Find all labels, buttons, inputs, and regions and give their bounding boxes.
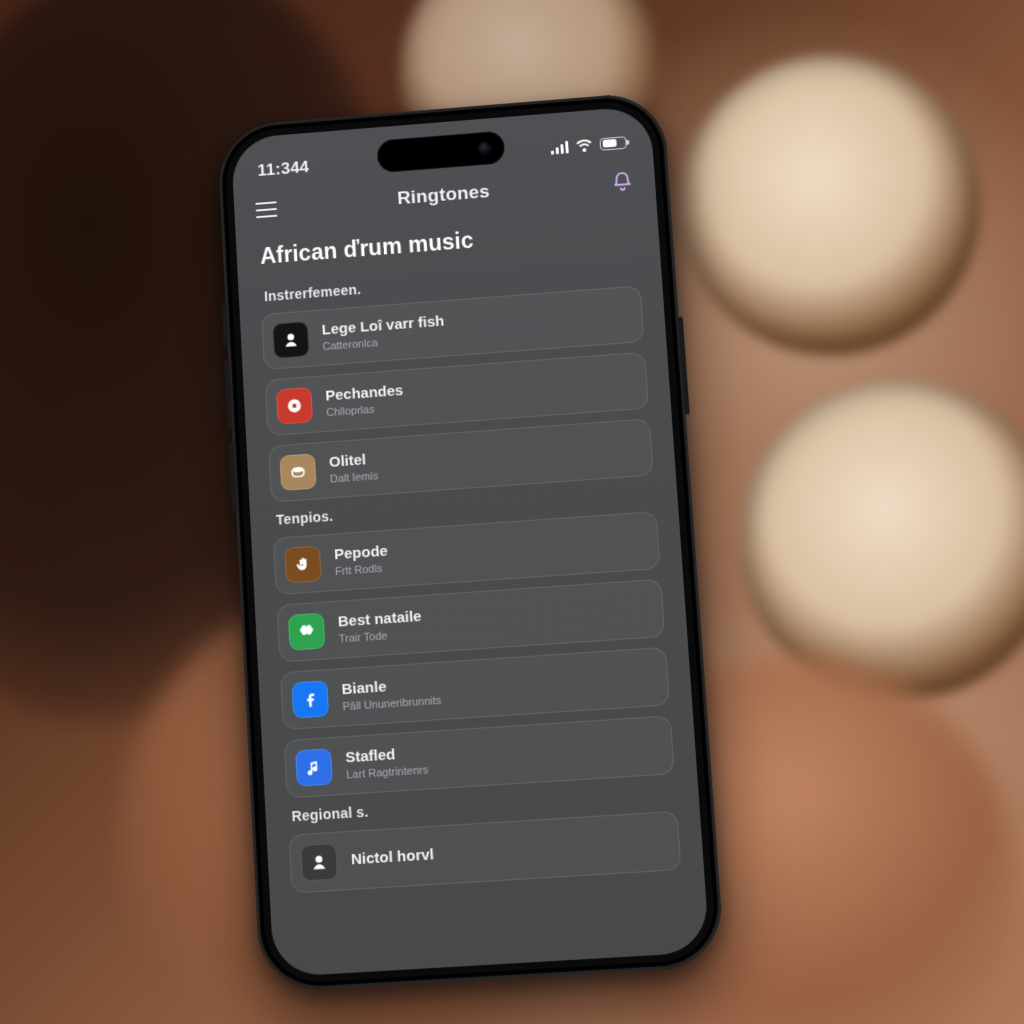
list-item-text: BianlePâll Ununeribrunnits bbox=[341, 663, 621, 713]
phone-device: 11:344 Ringtones Africa bbox=[216, 91, 725, 992]
chevron-right-icon bbox=[609, 306, 628, 325]
drum-icon bbox=[279, 453, 316, 491]
screen: 11:344 Ringtones Africa bbox=[231, 105, 710, 977]
head-icon bbox=[272, 321, 309, 358]
list-item-text: OlitelDalt Iemis bbox=[329, 435, 606, 485]
list-item-text: PepodeFrtt Rodls bbox=[334, 528, 612, 578]
list-item[interactable]: BianlePâll Ununeribrunnits bbox=[280, 647, 670, 730]
list-item-text: Lege Loî varr fishCatteronlca bbox=[321, 302, 597, 353]
note-icon bbox=[295, 748, 333, 786]
menu-icon[interactable] bbox=[255, 201, 277, 218]
list-item[interactable]: StafledLart Ragtrintenrs bbox=[284, 715, 675, 798]
battery-icon bbox=[599, 136, 626, 151]
cell-signal-icon bbox=[550, 140, 569, 154]
bg-drum bbox=[740, 380, 1024, 700]
bell-icon[interactable] bbox=[611, 170, 634, 193]
chevron-right-icon bbox=[614, 372, 633, 391]
list-item-text: StafledLart Ragtrintenrs bbox=[345, 732, 626, 781]
list-item[interactable]: Nictol horvl bbox=[289, 811, 682, 894]
f-icon bbox=[291, 680, 329, 718]
disc-icon bbox=[276, 387, 313, 425]
bg-drum bbox=[680, 55, 980, 355]
content[interactable]: Instrerfemeen.Lege Loî varr fishCatteron… bbox=[238, 253, 710, 978]
chevron-right-icon bbox=[618, 439, 637, 458]
chevron-right-icon bbox=[629, 600, 648, 619]
list-item-text: PechandesChlloprlas bbox=[325, 368, 601, 419]
side-button bbox=[678, 316, 690, 414]
wifi-icon bbox=[575, 138, 594, 152]
chevron-right-icon bbox=[634, 668, 653, 687]
head-icon bbox=[300, 843, 338, 882]
side-button bbox=[224, 360, 232, 430]
chevron-right-icon bbox=[639, 737, 658, 756]
side-button bbox=[222, 302, 229, 345]
list-item-text: Nictol horvl bbox=[351, 834, 633, 869]
chevron-right-icon bbox=[645, 832, 665, 852]
list-item-title: Nictol horvl bbox=[351, 834, 633, 869]
hand-icon bbox=[284, 545, 321, 583]
brain-icon bbox=[288, 613, 326, 651]
clock: 11:344 bbox=[257, 158, 310, 181]
side-button bbox=[229, 442, 237, 513]
list-item-text: Best nataileTrair Tode bbox=[337, 595, 616, 645]
chevron-right-icon bbox=[625, 532, 644, 551]
